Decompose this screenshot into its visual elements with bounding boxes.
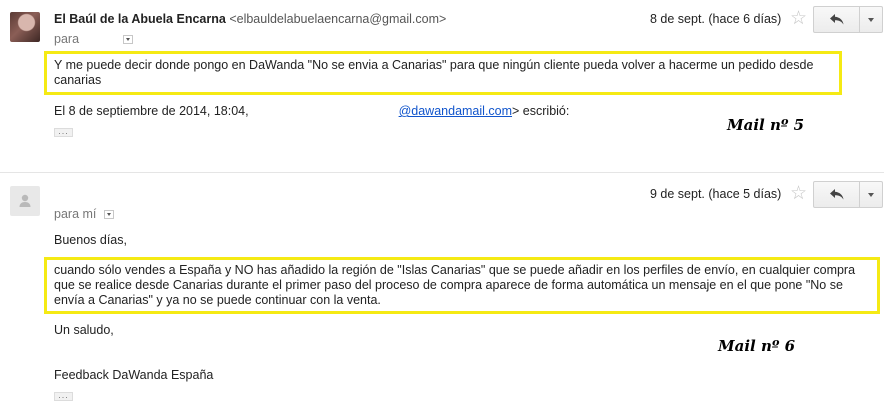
- mail6-body: cuando sólo vendes a España y NO has aña…: [54, 263, 856, 307]
- mail6-reply-group: [813, 181, 883, 208]
- reply-button[interactable]: [814, 182, 861, 207]
- reply-arrow-icon: [829, 189, 844, 200]
- mail5-sender-line: El Baúl de la Abuela Encarna <elbauldela…: [54, 12, 446, 26]
- mail6-details-dropdown[interactable]: [103, 210, 114, 220]
- mail6-greeting: Buenos días,: [54, 233, 127, 247]
- caret-down-icon: [125, 38, 130, 42]
- person-silhouette-icon: [19, 194, 31, 207]
- star-icon[interactable]: ☆: [790, 184, 807, 203]
- star-icon[interactable]: ☆: [790, 9, 807, 28]
- mail5-reply-group: [813, 6, 883, 33]
- caret-down-icon: [106, 213, 111, 217]
- more-actions-button[interactable]: [860, 7, 882, 32]
- mail6-annotation: Mail nº 6: [718, 337, 796, 355]
- mail5-body: Y me puede decir donde pongo en DaWanda …: [54, 58, 814, 87]
- caret-down-icon: [868, 17, 875, 22]
- mail5-quote-email-link[interactable]: @dawandamail.com: [399, 104, 512, 118]
- sender-avatar[interactable]: [10, 12, 40, 42]
- mail6-signature: Feedback DaWanda España: [54, 368, 214, 382]
- mail5-details-dropdown[interactable]: [122, 35, 133, 45]
- mail5-quote-prefix: El 8 de septiembre de 2014, 18:04,: [54, 104, 249, 118]
- mail5-show-trimmed-button[interactable]: ...: [54, 127, 73, 137]
- mail6-recipient-row: para mí: [54, 207, 114, 221]
- mail5-annotation: Mail nº 5: [727, 116, 805, 134]
- more-actions-button[interactable]: [860, 182, 882, 207]
- message-divider: [0, 172, 884, 173]
- caret-down-icon: [868, 192, 875, 197]
- mail5-recipient-row: para: [54, 32, 133, 46]
- mail6-show-trimmed-button[interactable]: ...: [54, 391, 73, 401]
- mail6-to-label: para mí: [54, 207, 97, 221]
- mail5-date: 8 de sept. (hace 6 días): [650, 12, 782, 26]
- sender-avatar-placeholder[interactable]: [10, 186, 40, 216]
- mail5-to-label: para: [54, 32, 80, 46]
- mail6-closing: Un saludo,: [54, 323, 114, 337]
- reply-arrow-icon: [829, 14, 844, 25]
- mail5-sender-email: <elbauldelabuelaencarna@gmail.com>: [229, 12, 447, 26]
- reply-button[interactable]: [814, 7, 861, 32]
- mail5-quote-suffix: > escribió:: [512, 104, 570, 118]
- mail5-quote-header: El 8 de septiembre de 2014, 18:04, @dawan…: [54, 104, 569, 119]
- mail6-date: 9 de sept. (hace 5 días): [650, 187, 782, 201]
- mail5-sender-name[interactable]: El Baúl de la Abuela Encarna: [54, 12, 226, 26]
